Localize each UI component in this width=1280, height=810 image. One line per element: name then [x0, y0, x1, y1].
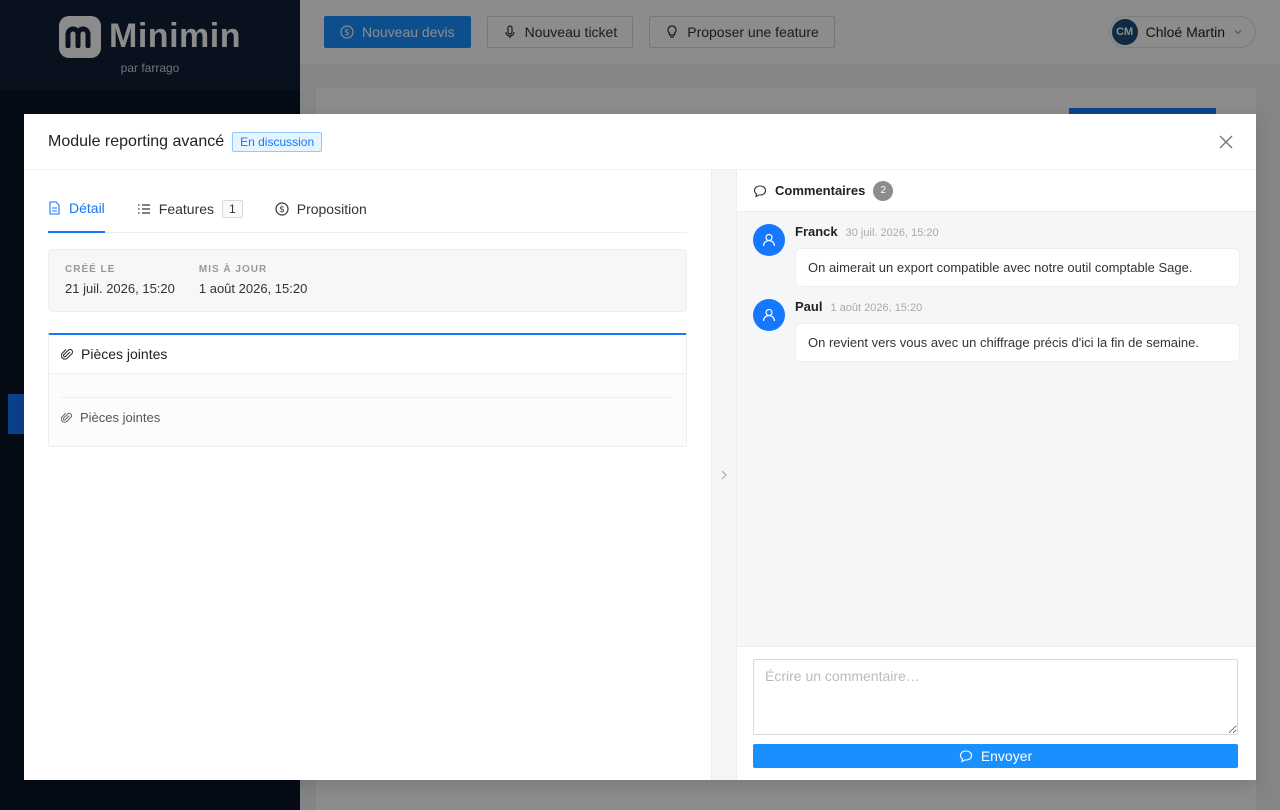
- comments-count: 2: [873, 180, 894, 201]
- tab-detail[interactable]: Détail: [48, 186, 105, 233]
- comment-input[interactable]: [753, 659, 1238, 735]
- comments-title: Commentaires: [775, 183, 866, 198]
- feature-modal: Module reporting avancé En discussion Dé…: [24, 114, 1256, 780]
- svg-text:$: $: [279, 205, 285, 215]
- comment-item: Franck 30 juil. 2026, 15:20 On aimerait …: [737, 224, 1256, 287]
- attachments-header: Pièces jointes: [49, 335, 686, 374]
- comment-time: 30 juil. 2026, 15:20: [845, 227, 939, 239]
- tab-features[interactable]: Features 1: [137, 186, 243, 233]
- tab-bar: Détail Features 1 $ Proposition: [48, 170, 687, 233]
- modal-title: Module reporting avancé: [48, 132, 225, 150]
- modal-header: Module reporting avancé En discussion: [24, 114, 1256, 170]
- detail-panel: Détail Features 1 $ Proposition CRÉÉ LE …: [24, 170, 711, 780]
- comments-header: Commentaires 2: [737, 170, 1256, 212]
- paperclip-icon: [61, 412, 72, 423]
- comment-icon: [959, 750, 972, 763]
- updated-info: MIS À JOUR 1 août 2026, 15:20: [198, 264, 308, 296]
- comment-author: Franck: [795, 224, 838, 239]
- comment-composer: Envoyer: [737, 646, 1256, 780]
- send-button[interactable]: Envoyer: [753, 744, 1238, 768]
- comments-panel: Commentaires 2 Franck 30 juil. 2026, 15:…: [737, 170, 1256, 780]
- created-info: CRÉÉ LE 21 juil. 2026, 15:20: [65, 264, 175, 296]
- panel-toggle[interactable]: [711, 170, 737, 780]
- paperclip-icon: [61, 348, 73, 360]
- user-avatar-icon: [753, 299, 785, 331]
- comment-text: On aimerait un export compatible avec no…: [795, 248, 1240, 287]
- attachments-card: Pièces jointes Pièces jointes: [48, 333, 687, 447]
- attachments-body: Pièces jointes: [49, 374, 686, 446]
- attachments-upload[interactable]: Pièces jointes: [61, 398, 674, 436]
- comment-time: 1 août 2026, 15:20: [830, 302, 923, 314]
- chevron-right-icon: [721, 470, 727, 480]
- meta-info: CRÉÉ LE 21 juil. 2026, 15:20 MIS À JOUR …: [48, 249, 687, 312]
- comment-item: Paul 1 août 2026, 15:20 On revient vers …: [737, 299, 1256, 362]
- file-icon: [49, 201, 60, 215]
- user-avatar-icon: [753, 224, 785, 256]
- status-badge: En discussion: [232, 131, 323, 152]
- features-count: 1: [222, 200, 243, 218]
- list-icon: [137, 204, 150, 214]
- close-button[interactable]: [1216, 132, 1236, 152]
- close-icon: [1219, 135, 1233, 149]
- dollar-circle-icon: $: [275, 202, 289, 216]
- comment-text: On revient vers vous avec un chiffrage p…: [795, 323, 1240, 362]
- tab-proposition[interactable]: $ Proposition: [275, 186, 367, 233]
- comment-icon: [753, 184, 767, 197]
- comment-author: Paul: [795, 299, 823, 314]
